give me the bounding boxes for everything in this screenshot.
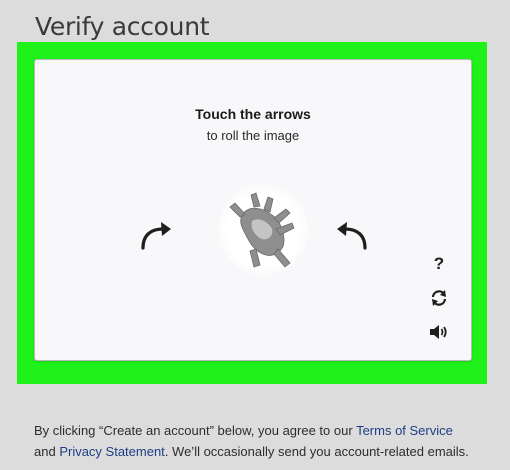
terms-footer: By clicking “Create an account” below, y…: [34, 420, 494, 462]
terms-of-service-link[interactable]: Terms of Service: [356, 423, 453, 438]
privacy-statement-link[interactable]: Privacy Statement: [59, 444, 165, 459]
audio-icon[interactable]: [425, 318, 453, 346]
instruction-subtitle: to roll the image: [206, 128, 300, 143]
rotate-right-arrow-icon[interactable]: [333, 215, 373, 255]
page-title: Verify account: [35, 12, 210, 41]
footer-text-and: and: [34, 444, 60, 459]
instruction-title: Touch the arrows: [195, 106, 311, 122]
refresh-icon[interactable]: [425, 284, 453, 312]
rotate-left-arrow-icon[interactable]: [135, 215, 175, 255]
captcha-panel: Touch the arrows to roll the image ?: [34, 59, 472, 361]
help-icon[interactable]: ?: [425, 250, 453, 278]
footer-text-after: . We’ll occasionally send you account-re…: [164, 444, 469, 459]
captcha-image: [218, 185, 308, 275]
footer-text-before: By clicking “Create an account” below, y…: [34, 423, 357, 438]
